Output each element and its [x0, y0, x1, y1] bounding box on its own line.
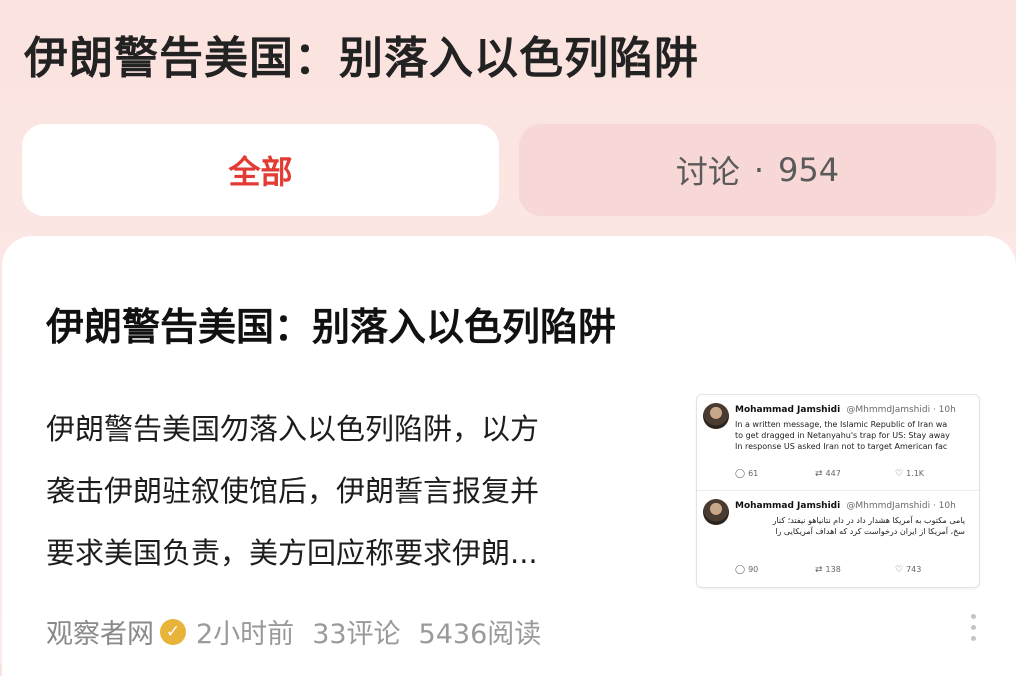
publish-time: 2小时前	[196, 619, 295, 650]
tweet-line: to get dragged in Netanyahu's trap for U…	[735, 431, 950, 440]
tab-discussion-separator: ·	[753, 151, 765, 189]
tweet-replies: ◯ 90	[735, 565, 758, 575]
tab-all[interactable]: 全部	[22, 124, 499, 216]
tweet-likes-count: 1.1K	[906, 469, 925, 478]
tab-discussion[interactable]: 讨论 · 954	[519, 124, 996, 216]
tweet-line: یامی مکتوب به آمریکا هشدار داد در دام نت…	[772, 516, 965, 525]
snippet-line: 要求美国负责，美方回应称要求伊朗...	[46, 536, 538, 570]
tweet-card: Mohammad Jamshidi @MhmmdJamshidi · 10h I…	[697, 395, 979, 491]
tweet-replies-count: 61	[748, 469, 759, 478]
tweet-replies: ◯ 61	[735, 469, 758, 479]
tweet-handle: @MhmmdJamshidi · 10h	[846, 501, 956, 511]
tweet-likes-count: 743	[906, 565, 922, 574]
tweet-retweets: ⇄ 447	[815, 469, 841, 479]
tweet-author: Mohammad Jamshidi @MhmmdJamshidi · 10h	[735, 405, 956, 415]
page-title: 伊朗警告美国：别落入以色列陷阱	[24, 33, 699, 84]
tab-bar: 全部 讨论 · 954	[22, 124, 996, 216]
tweet-retweets-count: 138	[825, 565, 841, 574]
reply-icon: ◯	[735, 469, 746, 479]
more-icon[interactable]	[968, 614, 978, 650]
tweet-line: In a written message, the Islamic Republ…	[735, 420, 948, 429]
tweet-text: یامی مکتوب به آمریکا هشدار داد در دام نت…	[725, 515, 965, 537]
tweet-author-name: Mohammad Jamshidi	[735, 501, 841, 511]
reply-icon: ◯	[735, 565, 746, 575]
retweet-icon: ⇄	[815, 565, 823, 575]
tweet-author: Mohammad Jamshidi @MhmmdJamshidi · 10h	[735, 501, 956, 511]
article-card[interactable]: 伊朗警告美国：别落入以色列陷阱 伊朗警告美国勿落入以色列陷阱，以方 袭击伊朗驻叙…	[2, 236, 1016, 676]
article-thumbnail[interactable]: Mohammad Jamshidi @MhmmdJamshidi · 10h I…	[696, 394, 980, 588]
tweet-card: Mohammad Jamshidi @MhmmdJamshidi · 10h ی…	[697, 491, 979, 587]
tweet-handle: @MhmmdJamshidi · 10h	[846, 405, 956, 415]
tweet-author-name: Mohammad Jamshidi	[735, 405, 841, 415]
like-icon: ♡	[895, 469, 904, 479]
tweet-text: In a written message, the Islamic Republ…	[735, 419, 979, 452]
read-count: 5436阅读	[418, 619, 542, 650]
tweet-likes: ♡ 743	[895, 565, 921, 575]
snippet-line: 袭击伊朗驻叙使馆后，伊朗誓言报复并	[46, 474, 540, 508]
tweet-retweets-count: 447	[825, 469, 841, 478]
tweet-replies-count: 90	[748, 565, 759, 574]
article-title[interactable]: 伊朗警告美国：别落入以色列陷阱	[46, 296, 616, 351]
article-snippet[interactable]: 伊朗警告美国勿落入以色列陷阱，以方 袭击伊朗驻叙使馆后，伊朗誓言报复并 要求美国…	[46, 398, 662, 584]
verified-icon: ✓	[160, 618, 186, 645]
tweet-line: In response US asked Iran not to target …	[735, 442, 948, 451]
comment-count: 33评论	[312, 619, 401, 650]
tab-discussion-count: 954	[778, 151, 840, 189]
tweet-retweets: ⇄ 138	[815, 565, 841, 575]
like-icon: ♡	[895, 565, 904, 575]
avatar	[703, 403, 729, 429]
tweet-line: سخ، آمریکا از ایران درخواست کرد که اهداف…	[775, 527, 965, 536]
tweet-likes: ♡ 1.1K	[895, 469, 924, 479]
source-name[interactable]: 观察者网	[46, 612, 154, 651]
tab-discussion-label: 讨论	[675, 153, 740, 191]
tab-all-label: 全部	[228, 153, 293, 191]
retweet-icon: ⇄	[815, 469, 823, 479]
snippet-line: 伊朗警告美国勿落入以色列陷阱，以方	[46, 412, 540, 446]
article-meta: 观察者网 ✓ 2小时前 33评论 5436阅读	[46, 612, 541, 651]
